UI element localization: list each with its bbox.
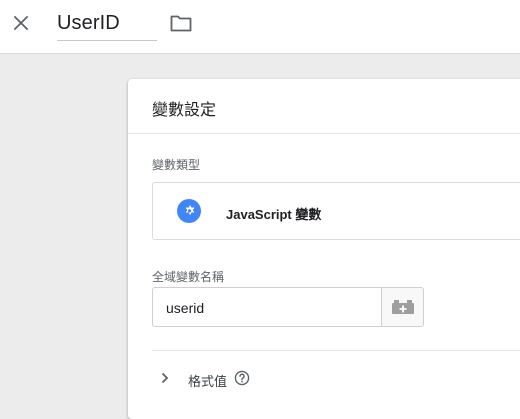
- variable-name-text: UserID: [57, 12, 120, 34]
- global-variable-name-label: 全域變數名稱: [152, 270, 225, 284]
- card-title: 變數設定: [152, 102, 217, 119]
- help-icon[interactable]: [234, 370, 250, 386]
- format-value-toggle[interactable]: 格式值: [152, 366, 352, 390]
- variable-type-label: 變數類型: [152, 158, 201, 172]
- chevron-right-icon: [161, 372, 169, 384]
- folder-button[interactable]: [170, 12, 192, 34]
- variable-picker-button[interactable]: [381, 288, 423, 326]
- card-header: 變數設定: [128, 79, 520, 134]
- variable-name-field[interactable]: UserID: [57, 8, 157, 41]
- variable-type-selector[interactable]: JavaScript 變數: [152, 182, 520, 240]
- gear-icon: [177, 199, 201, 223]
- section-divider: [152, 350, 520, 351]
- global-variable-name-input[interactable]: userid: [152, 287, 424, 327]
- variable-lego-icon: [391, 300, 414, 314]
- top-bar: UserID: [0, 0, 520, 54]
- format-value-label: 格式值: [188, 374, 228, 389]
- variable-config-card: 變數設定 變數類型 JavaScript 變數 全域變數名稱 userid 格式…: [128, 79, 520, 419]
- folder-icon: [170, 15, 192, 32]
- close-icon: [13, 15, 29, 31]
- variable-type-value: JavaScript 變數: [226, 207, 322, 222]
- close-button[interactable]: [9, 11, 33, 35]
- global-variable-name-value: userid: [166, 300, 205, 316]
